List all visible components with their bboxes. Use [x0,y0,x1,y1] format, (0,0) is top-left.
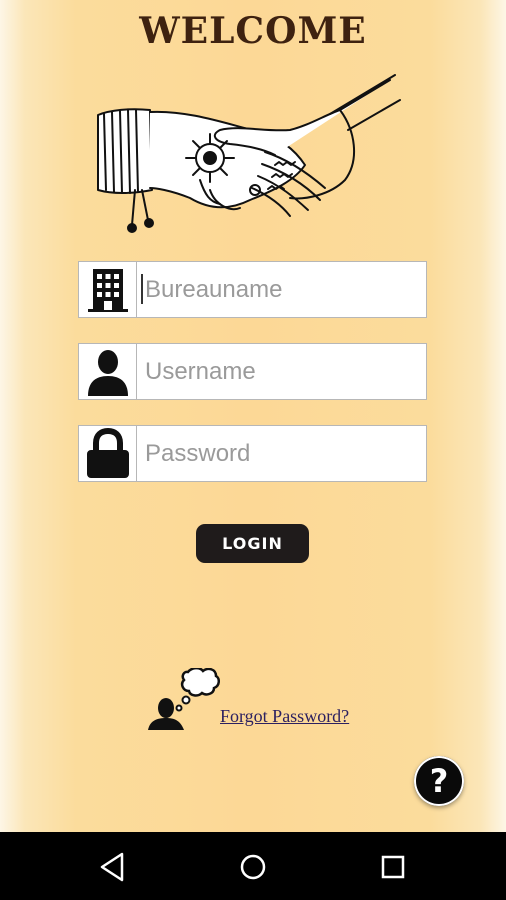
forgot-password-link[interactable]: Forgot Password? [220,706,349,727]
back-icon[interactable] [96,850,130,884]
username-field [78,343,427,400]
password-field [78,425,427,482]
password-input[interactable] [137,426,425,481]
login-screen: WELCOME Bureauname Username LOGIN Forgot… [0,0,506,832]
home-icon[interactable] [236,850,270,884]
building-icon [79,262,137,317]
text-cursor [141,274,143,304]
navigation-bar [0,832,506,900]
help-button[interactable]: ? [414,756,464,806]
recents-icon[interactable] [376,850,410,884]
forgot-password-row: Forgot Password? [148,668,368,732]
bureau-field [78,261,427,318]
user-icon [79,344,137,399]
page-title: WELCOME [139,10,367,52]
username-input[interactable] [137,344,425,399]
login-button[interactable]: LOGIN [196,524,309,563]
lock-icon [79,426,137,481]
handshake-illustration [97,74,401,233]
bureau-input[interactable] [137,262,425,317]
thinking-person-icon [148,668,220,730]
help-icon: ? [429,762,449,800]
